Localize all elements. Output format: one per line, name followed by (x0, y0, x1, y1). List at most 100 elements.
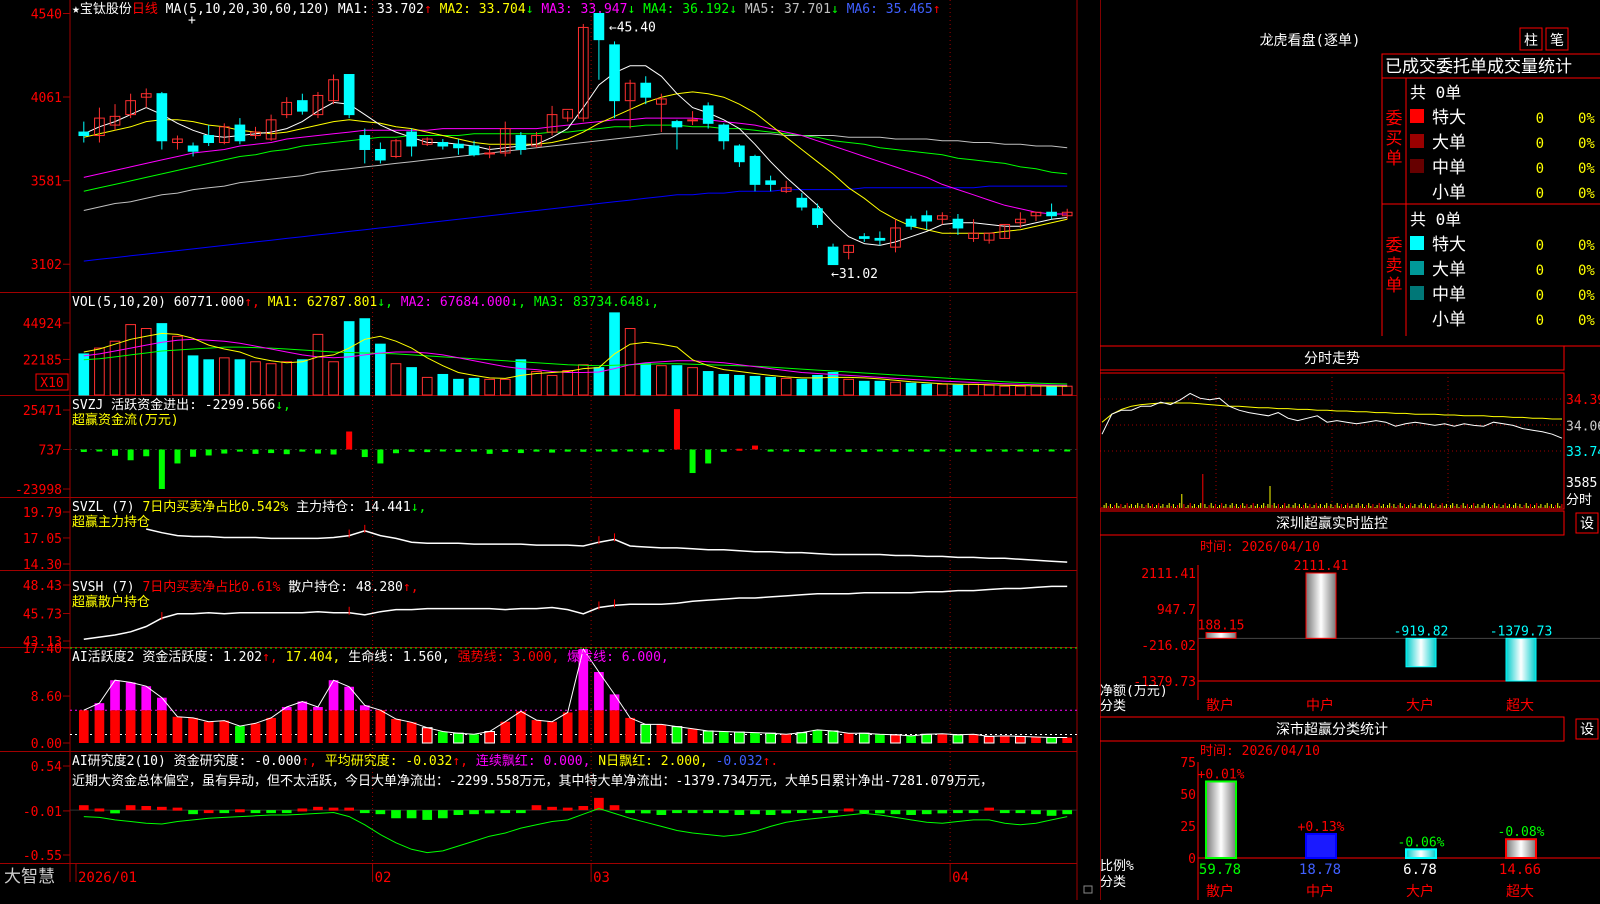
ma-value-ma5: MA5: 37.701 (745, 2, 831, 17)
ai-title: AI活跃度2 (72, 649, 142, 665)
research-bar (999, 810, 1010, 814)
candle (905, 218, 917, 227)
vol-ma-line-ma1 (83, 332, 1068, 387)
candle (640, 82, 652, 98)
volume-bar (109, 340, 121, 396)
research-bar (391, 810, 401, 819)
svzj-bar (346, 431, 353, 450)
research-bar (672, 810, 682, 814)
sell-row-label: 特大 (1432, 235, 1466, 255)
y-tick-label: 14.30 (23, 558, 62, 573)
svzj-subtitle: 超赢资金流(万元) (72, 412, 179, 428)
svzj-bar (830, 449, 837, 452)
research-bar (656, 810, 667, 815)
research-bar (141, 806, 152, 811)
svzj-bar (1048, 449, 1055, 452)
candle (375, 148, 386, 161)
activity-bar (78, 710, 89, 743)
sell-row-value: 0 (1536, 313, 1544, 329)
volume-bar (421, 376, 433, 396)
svzj-bar (595, 449, 602, 452)
research-bar (718, 810, 729, 814)
sz-stats-change: +0.01% (1198, 767, 1245, 782)
svsh-arrow: ↑, (403, 580, 419, 595)
vol-ma-ma1: MA1: 62787.801 (268, 295, 378, 310)
y-tick-label: 48.43 (23, 579, 62, 594)
research-bar (703, 810, 714, 814)
svzj-arrow: ↓, (275, 398, 291, 413)
activity-bar (219, 720, 230, 743)
activity-bar (672, 726, 682, 743)
sz-monitor-net-label: 净额(万元) (1100, 684, 1168, 699)
period-label: 日线 (132, 2, 158, 17)
candle (359, 135, 371, 150)
buy-row-pct: 0% (1578, 161, 1595, 177)
volume-bar (687, 367, 698, 396)
volume-bar (546, 374, 558, 396)
volume-bar (843, 378, 855, 396)
volume-bar (640, 363, 652, 396)
activity-bar (765, 733, 776, 743)
volume-bar (562, 370, 574, 396)
sz-monitor-time: 时间: 2026/04/10 (1200, 540, 1320, 555)
svzj-bar (564, 449, 571, 452)
main-chart-area[interactable]: 4540 4061 3581 3102 ←45.40 ←31.02 ★宝钛股份日线 MA(5… (0, 0, 1100, 900)
volume-bar (390, 363, 402, 396)
buy-row-pct: 0% (1578, 111, 1595, 127)
intraday-ytick: 34.06 (1566, 419, 1600, 434)
research-bar (125, 805, 136, 811)
candle (734, 145, 745, 163)
buy-row-value: 0 (1536, 136, 1544, 152)
buy-row-pct: 0% (1578, 186, 1595, 202)
svzj-bar (533, 449, 540, 452)
research-bar (188, 810, 198, 815)
volume-bar (1030, 385, 1042, 396)
volume-bar (796, 378, 808, 396)
res-avg: 平均研究度: -0.032 (325, 753, 453, 769)
candle (203, 135, 215, 144)
volume-bar (702, 371, 714, 396)
sz-monitor-ytick: 2111.41 (1141, 567, 1196, 582)
bi-button-label: 笔 (1550, 33, 1564, 49)
dragon-subtitle: 已成交委托单成交量统计 (1385, 57, 1572, 77)
svzj-bar (455, 449, 462, 452)
volume-bar (359, 318, 371, 396)
svzj-bar (268, 449, 275, 454)
svzj-bar (845, 449, 852, 452)
main-chart-svg[interactable]: 4540 4061 3581 3102 ←45.40 ←31.02 ★宝钛股份日线 MA(5… (0, 0, 1100, 900)
activity-bar (718, 731, 729, 743)
svzj-bar (330, 449, 337, 455)
volume-bar (484, 378, 495, 396)
sell-label-char: 卖 (1386, 256, 1403, 276)
vol-unit-label: X10 (40, 376, 63, 391)
research-bar (110, 810, 120, 814)
svzj-bar (798, 449, 805, 452)
ma-arrow: ↓ (526, 2, 542, 17)
research-bar (843, 808, 854, 812)
sz-monitor-bar-label: 2111.41 (1294, 559, 1349, 574)
sell-row-value: 0 (1536, 263, 1544, 279)
intraday-ytick: 34.39 (1566, 393, 1600, 408)
candle (234, 124, 246, 142)
vol-ma-ma2: MA2: 67684.000 (401, 295, 511, 310)
activity-bar (953, 734, 963, 743)
research-bar (1046, 810, 1057, 816)
research-bar (890, 810, 901, 815)
activity-bar (812, 729, 823, 743)
svzj-bar (954, 449, 961, 452)
activity-bar (500, 721, 511, 743)
svzj-bar (970, 449, 977, 452)
x-tick-label: 02 (375, 870, 392, 886)
research-bar (328, 807, 339, 811)
research-bar (640, 810, 651, 814)
volume-bar (765, 376, 776, 396)
activity-bar (391, 718, 401, 743)
research-bar (250, 810, 261, 814)
intraday-ytick: 33.74 (1566, 445, 1600, 460)
activity-bar (906, 735, 916, 743)
volume-bar (921, 383, 933, 396)
volume-bar (265, 363, 277, 396)
research-bar (687, 810, 698, 814)
sz-monitor-cat: 超大 (1506, 698, 1534, 714)
sell-row-pct: 0% (1578, 238, 1595, 254)
